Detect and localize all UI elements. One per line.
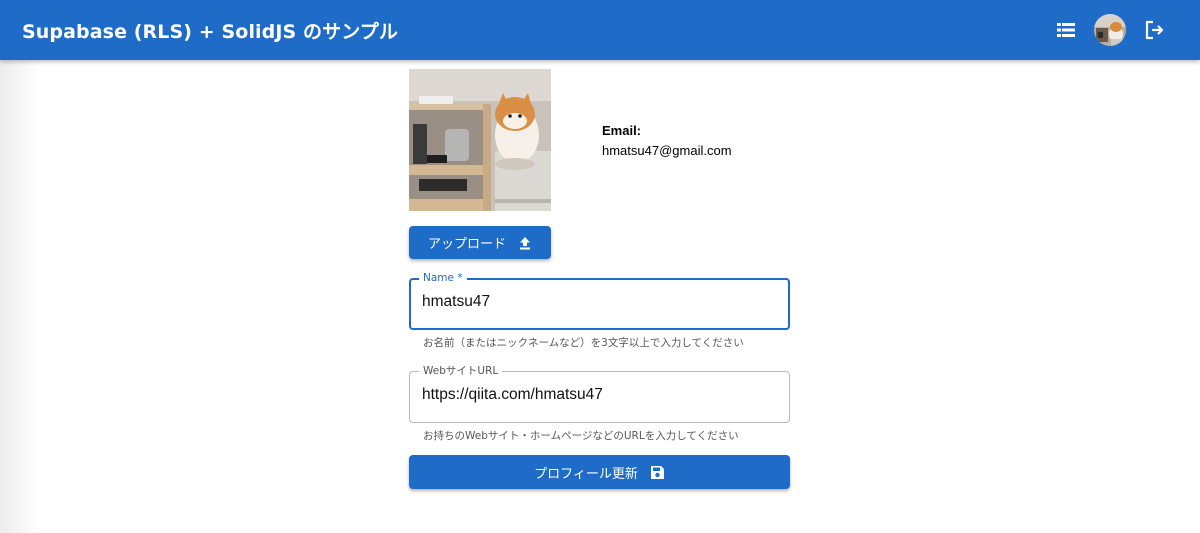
list-button[interactable] <box>1051 15 1081 45</box>
upload-button-label: アップロード <box>427 237 506 252</box>
app-bar: Supabase (RLS) + SolidJS のサンプル <box>0 0 1200 60</box>
website-input[interactable] <box>422 386 772 404</box>
app-title: Supabase (RLS) + SolidJS のサンプル <box>22 21 398 43</box>
user-avatar[interactable] <box>1094 14 1126 46</box>
upload-button[interactable]: アップロード <box>409 226 551 259</box>
update-profile-label: プロフィール更新 <box>534 466 638 482</box>
website-helper-text: お持ちのWebサイト・ホームページなどのURLを入力してください <box>423 430 739 442</box>
name-field[interactable]: Name * <box>409 271 790 330</box>
profile-photo-image <box>409 69 551 211</box>
email-value: hmatsu47@gmail.com <box>602 143 732 158</box>
logout-icon <box>1145 20 1164 40</box>
upload-icon <box>520 236 530 249</box>
email-label: Email: <box>602 123 642 138</box>
logout-button[interactable] <box>1140 15 1170 45</box>
name-field-label: Name * <box>419 271 467 285</box>
website-field[interactable]: WebサイトURL <box>409 364 790 423</box>
avatar-image <box>1094 14 1126 46</box>
save-icon <box>650 465 664 479</box>
update-profile-button[interactable]: プロフィール更新 <box>409 455 790 489</box>
list-icon <box>1057 23 1075 37</box>
name-input[interactable] <box>422 293 772 311</box>
name-helper-text: お名前（またはニックネームなど）を3文字以上で入力してください <box>423 337 744 349</box>
website-field-label: WebサイトURL <box>419 364 503 378</box>
profile-photo <box>409 69 551 211</box>
page-side-shadow <box>0 60 40 533</box>
